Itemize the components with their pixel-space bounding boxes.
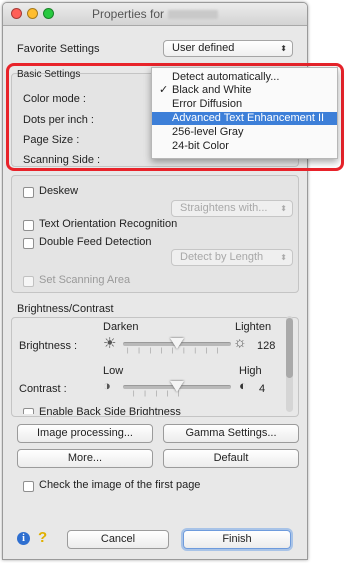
redacted-device-name [168, 10, 219, 20]
check-first-page-checkbox[interactable] [23, 481, 34, 492]
menu-item-label: Error Diffusion [172, 98, 243, 110]
color-mode-menu: Detect automatically... ✓ Black and Whit… [151, 67, 338, 159]
contrast-value: 4 [259, 383, 266, 395]
window-title-text: Properties for [91, 7, 165, 21]
double-feed-label: Double Feed Detection [39, 236, 152, 248]
back-side-brightness-label: Enable Back Side Brightness [39, 407, 181, 415]
check-first-page-label: Check the image of the first page [39, 479, 201, 491]
menu-item-256-level-gray[interactable]: 256-level Gray [152, 126, 337, 139]
gamma-settings-button[interactable]: Gamma Settings... [163, 424, 299, 443]
double-feed-checkbox[interactable] [23, 238, 34, 249]
darken-label: Darken [103, 321, 139, 333]
bc-scrollbar-thumb[interactable] [286, 318, 293, 378]
contrast-slider-thumb[interactable] [170, 381, 184, 392]
deskew-checkbox[interactable] [23, 187, 34, 198]
checkmark-icon: ✓ [159, 84, 169, 96]
low-label: Low [103, 365, 124, 377]
title-bar: Properties for [3, 3, 307, 26]
text-orientation-label: Text Orientation Recognition [39, 218, 178, 230]
deskew-mode-select[interactable]: Straightens with... ⬍ [171, 200, 293, 217]
brightness-low-icon: ☀ [103, 335, 117, 352]
favorite-settings-select[interactable]: User defined ⬍ [163, 40, 293, 57]
menu-item-error-diffusion[interactable]: Error Diffusion [152, 98, 337, 111]
favorite-settings-label: Favorite Settings [17, 43, 100, 55]
contrast-label: Contrast : [19, 383, 67, 395]
text-orientation-checkbox[interactable] [23, 220, 34, 231]
brightness-contrast-title: Brightness/Contrast [17, 303, 114, 315]
cancel-button[interactable]: Cancel [67, 530, 169, 549]
double-feed-mode-value: Detect by Length [180, 251, 264, 263]
deskew-label: Deskew [39, 185, 79, 197]
brightness-value: 128 [257, 340, 276, 352]
contrast-high-icon: ◐ [239, 378, 247, 393]
finish-button[interactable]: Finish [183, 530, 291, 549]
menu-item-label: Advanced Text Enhancement II [172, 112, 325, 124]
default-button[interactable]: Default [163, 449, 299, 468]
set-scanning-area-label: Set Scanning Area [39, 274, 131, 286]
menu-item-detect-automatically[interactable]: Detect automatically... [152, 71, 337, 84]
menu-item-label: Detect automatically... [172, 71, 280, 83]
popup-arrows-icon: ⬍ [280, 44, 287, 53]
menu-item-label: Black and White [172, 84, 252, 96]
menu-item-24-bit-color[interactable]: 24-bit Color [152, 140, 337, 153]
lighten-label: Lighten [235, 321, 272, 333]
help-icon[interactable]: ? [38, 529, 47, 546]
image-processing-button[interactable]: Image processing... [17, 424, 153, 443]
info-icon[interactable]: i [17, 532, 30, 545]
menu-item-label: 256-level Gray [172, 126, 244, 138]
high-label: High [239, 365, 262, 377]
popup-arrows-icon: ⬍ [280, 253, 287, 262]
menu-item-black-and-white[interactable]: ✓ Black and White [152, 84, 337, 97]
window-title: Properties for [3, 7, 307, 21]
deskew-mode-value: Straightens with... [180, 202, 268, 214]
menu-item-advanced-text-enhancement-ii[interactable]: Advanced Text Enhancement II [152, 112, 337, 125]
set-scanning-area-checkbox[interactable] [23, 276, 34, 287]
favorite-settings-value: User defined [172, 42, 235, 54]
more-button[interactable]: More... [17, 449, 153, 468]
back-side-brightness-label-clip: Enable Back Side Brightness [39, 407, 239, 415]
menu-item-label: 24-bit Color [172, 140, 229, 152]
brightness-high-icon: ☼ [233, 334, 247, 351]
double-feed-mode-select[interactable]: Detect by Length ⬍ [171, 249, 293, 266]
contrast-low-icon: ◑ [103, 378, 111, 393]
brightness-label: Brightness : [19, 340, 78, 352]
popup-arrows-icon: ⬍ [280, 204, 287, 213]
brightness-slider-thumb[interactable] [170, 338, 184, 349]
back-side-brightness-checkbox[interactable] [23, 408, 34, 414]
